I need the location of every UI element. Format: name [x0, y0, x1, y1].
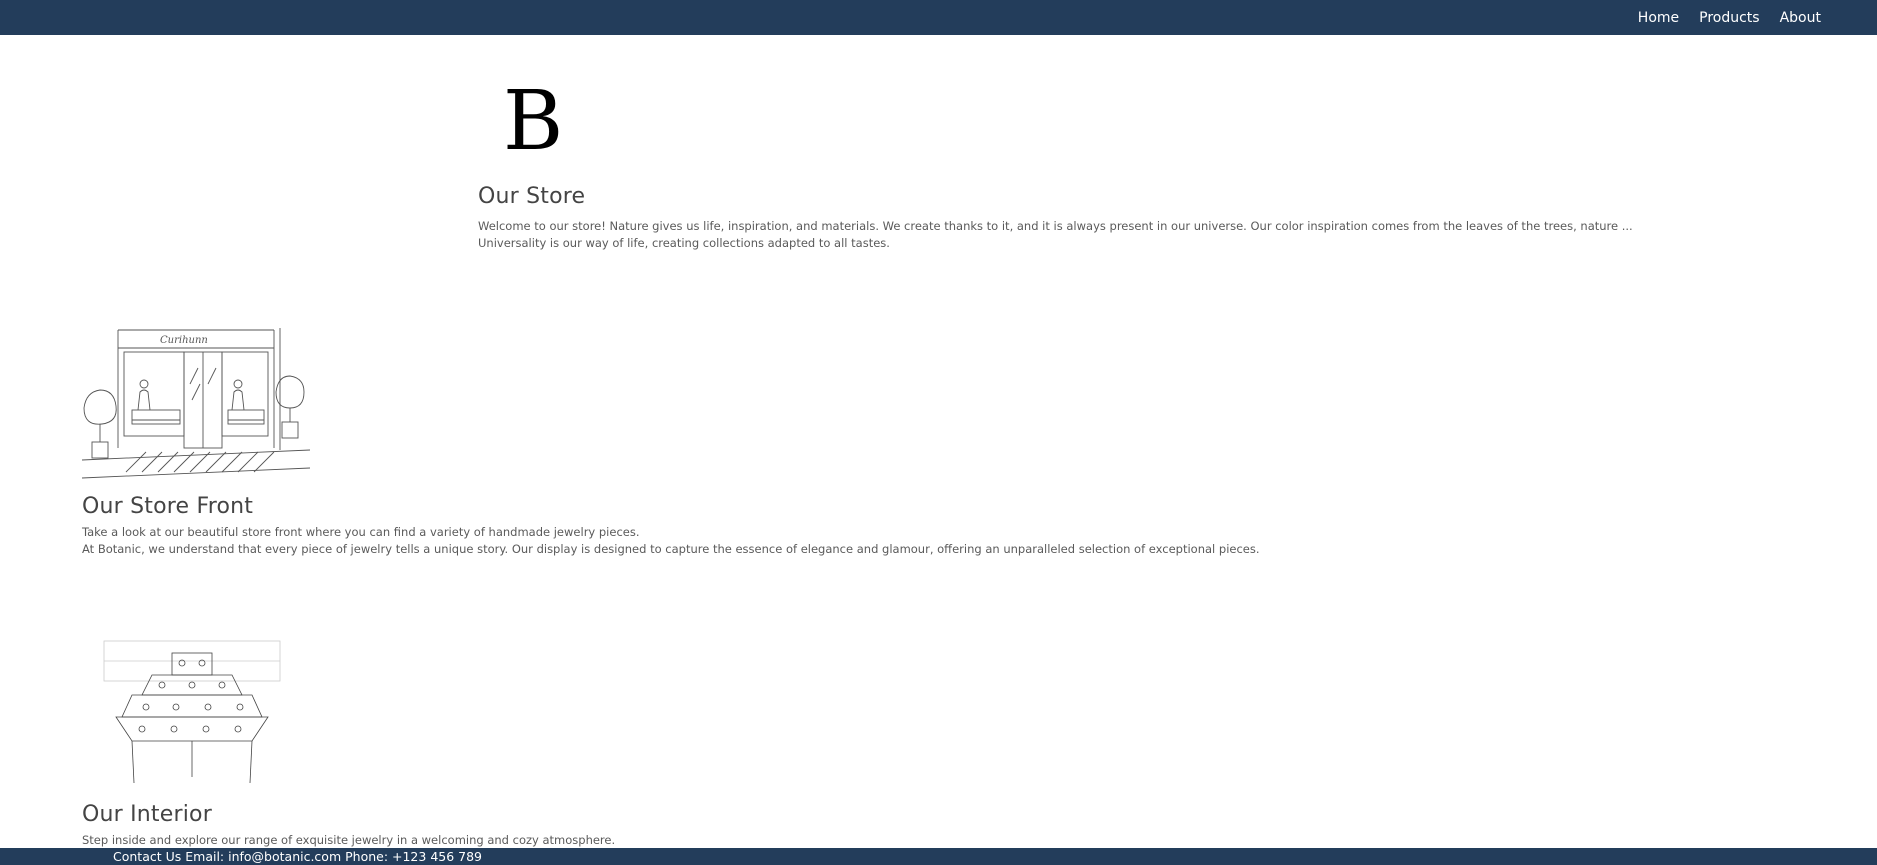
- footer: Contact Us Email: info@botanic.com Phone…: [0, 848, 1877, 865]
- store-description: Welcome to our store! Nature gives us li…: [478, 219, 1633, 250]
- store-title: Our Store: [478, 184, 586, 209]
- store-front-line1: Take a look at our beautiful store front…: [82, 525, 640, 539]
- interior-title: Our Interior: [82, 802, 212, 827]
- nav-home-link[interactable]: Home: [1638, 10, 1679, 26]
- brand-logo: B: [503, 74, 564, 169]
- store-front-line2: At Botanic, we understand that every pie…: [82, 542, 1260, 556]
- interior-line1: Step inside and explore our range of exq…: [82, 833, 616, 847]
- nav-products-link[interactable]: Products: [1699, 10, 1759, 26]
- store-front-image: Curihunn: [81, 328, 311, 488]
- navbar: Home Products About: [0, 0, 1877, 35]
- store-sign-text: Curihunn: [160, 335, 208, 346]
- nav-about-link[interactable]: About: [1780, 10, 1821, 26]
- interior-image: [102, 633, 282, 789]
- footer-contact-text: Contact Us Email: info@botanic.com Phone…: [113, 849, 483, 864]
- store-front-title: Our Store Front: [82, 494, 254, 519]
- nav-links: Home Products About: [1638, 0, 1821, 35]
